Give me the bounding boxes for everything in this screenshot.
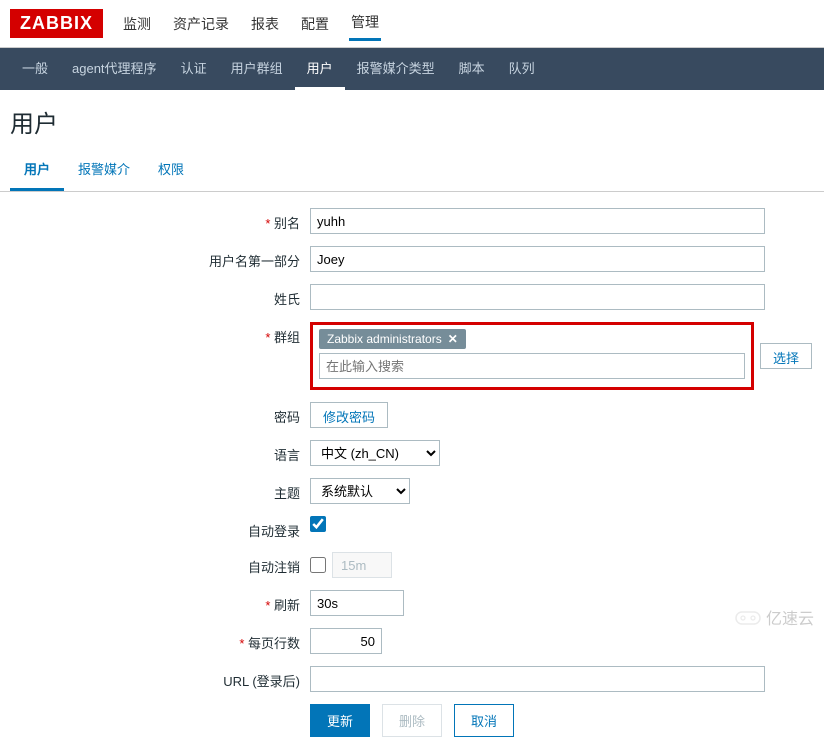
subnav-general[interactable]: 一般 (10, 48, 60, 90)
remove-tag-icon[interactable]: ✕ (448, 332, 458, 346)
firstname-input[interactable] (310, 246, 765, 272)
theme-select[interactable]: 系统默认 (310, 478, 410, 504)
select-groups-button[interactable]: 选择 (760, 343, 812, 369)
subnav-auth[interactable]: 认证 (169, 48, 219, 90)
tab-user[interactable]: 用户 (10, 149, 64, 191)
groups-multiselect[interactable]: Zabbix administrators ✕ (310, 322, 754, 390)
subnav-queue[interactable]: 队列 (497, 48, 547, 90)
rows-label: 每页行数 (10, 628, 310, 652)
subnav-mediatypes[interactable]: 报警媒介类型 (345, 48, 447, 90)
alias-input[interactable] (310, 208, 765, 234)
url-label: URL (登录后) (10, 666, 310, 690)
tab-media[interactable]: 报警媒介 (64, 149, 144, 191)
groups-label: 群组 (10, 322, 310, 346)
page-title: 用户 (0, 90, 824, 149)
refresh-label: 刷新 (10, 590, 310, 614)
change-password-button[interactable]: 修改密码 (310, 402, 388, 428)
topnav-reports[interactable]: 报表 (249, 8, 281, 40)
subnav-proxies[interactable]: agent代理程序 (60, 48, 169, 90)
password-label: 密码 (10, 402, 310, 426)
subnav-usergroups[interactable]: 用户群组 (219, 48, 295, 90)
group-tag[interactable]: Zabbix administrators ✕ (319, 329, 466, 349)
firstname-label: 用户名第一部分 (10, 246, 310, 270)
sub-navigation: 一般 agent代理程序 认证 用户群组 用户 报警媒介类型 脚本 队列 (0, 48, 824, 90)
form-tabs: 用户 报警媒介 权限 (0, 149, 824, 192)
topnav-config[interactable]: 配置 (299, 8, 331, 40)
language-select[interactable]: 中文 (zh_CN) (310, 440, 440, 466)
theme-label: 主题 (10, 478, 310, 502)
cancel-button[interactable]: 取消 (454, 704, 514, 737)
form-actions: 更新 删除 取消 (310, 704, 814, 737)
rows-input[interactable] (310, 628, 382, 654)
tab-permissions[interactable]: 权限 (144, 149, 198, 191)
lastname-label: 姓氏 (10, 284, 310, 308)
refresh-input[interactable] (310, 590, 404, 616)
autologout-label: 自动注销 (10, 552, 310, 576)
autologin-checkbox[interactable] (310, 516, 326, 532)
url-input[interactable] (310, 666, 765, 692)
subnav-users[interactable]: 用户 (295, 48, 345, 90)
topnav-inventory[interactable]: 资产记录 (171, 8, 231, 40)
logo: ZABBIX (10, 9, 103, 38)
alias-label: 别名 (10, 208, 310, 232)
watermark-icon (734, 608, 762, 626)
user-form: 别名 用户名第一部分 姓氏 群组 Zabbix administrators ✕… (0, 192, 824, 753)
topnav-monitor[interactable]: 监测 (121, 8, 153, 40)
autologin-label: 自动登录 (10, 516, 310, 540)
delete-button: 删除 (382, 704, 442, 737)
language-label: 语言 (10, 440, 310, 464)
group-tag-label: Zabbix administrators (327, 332, 442, 346)
watermark: 亿速云 (734, 605, 814, 629)
top-navigation: ZABBIX 监测 资产记录 报表 配置 管理 (0, 0, 824, 48)
topnav-admin[interactable]: 管理 (349, 6, 381, 41)
watermark-text: 亿速云 (766, 605, 814, 629)
autologout-checkbox[interactable] (310, 557, 326, 573)
groups-search-input[interactable] (319, 353, 745, 379)
lastname-input[interactable] (310, 284, 765, 310)
update-button[interactable]: 更新 (310, 704, 370, 737)
autologout-value: 15m (332, 552, 392, 578)
subnav-scripts[interactable]: 脚本 (447, 48, 497, 90)
